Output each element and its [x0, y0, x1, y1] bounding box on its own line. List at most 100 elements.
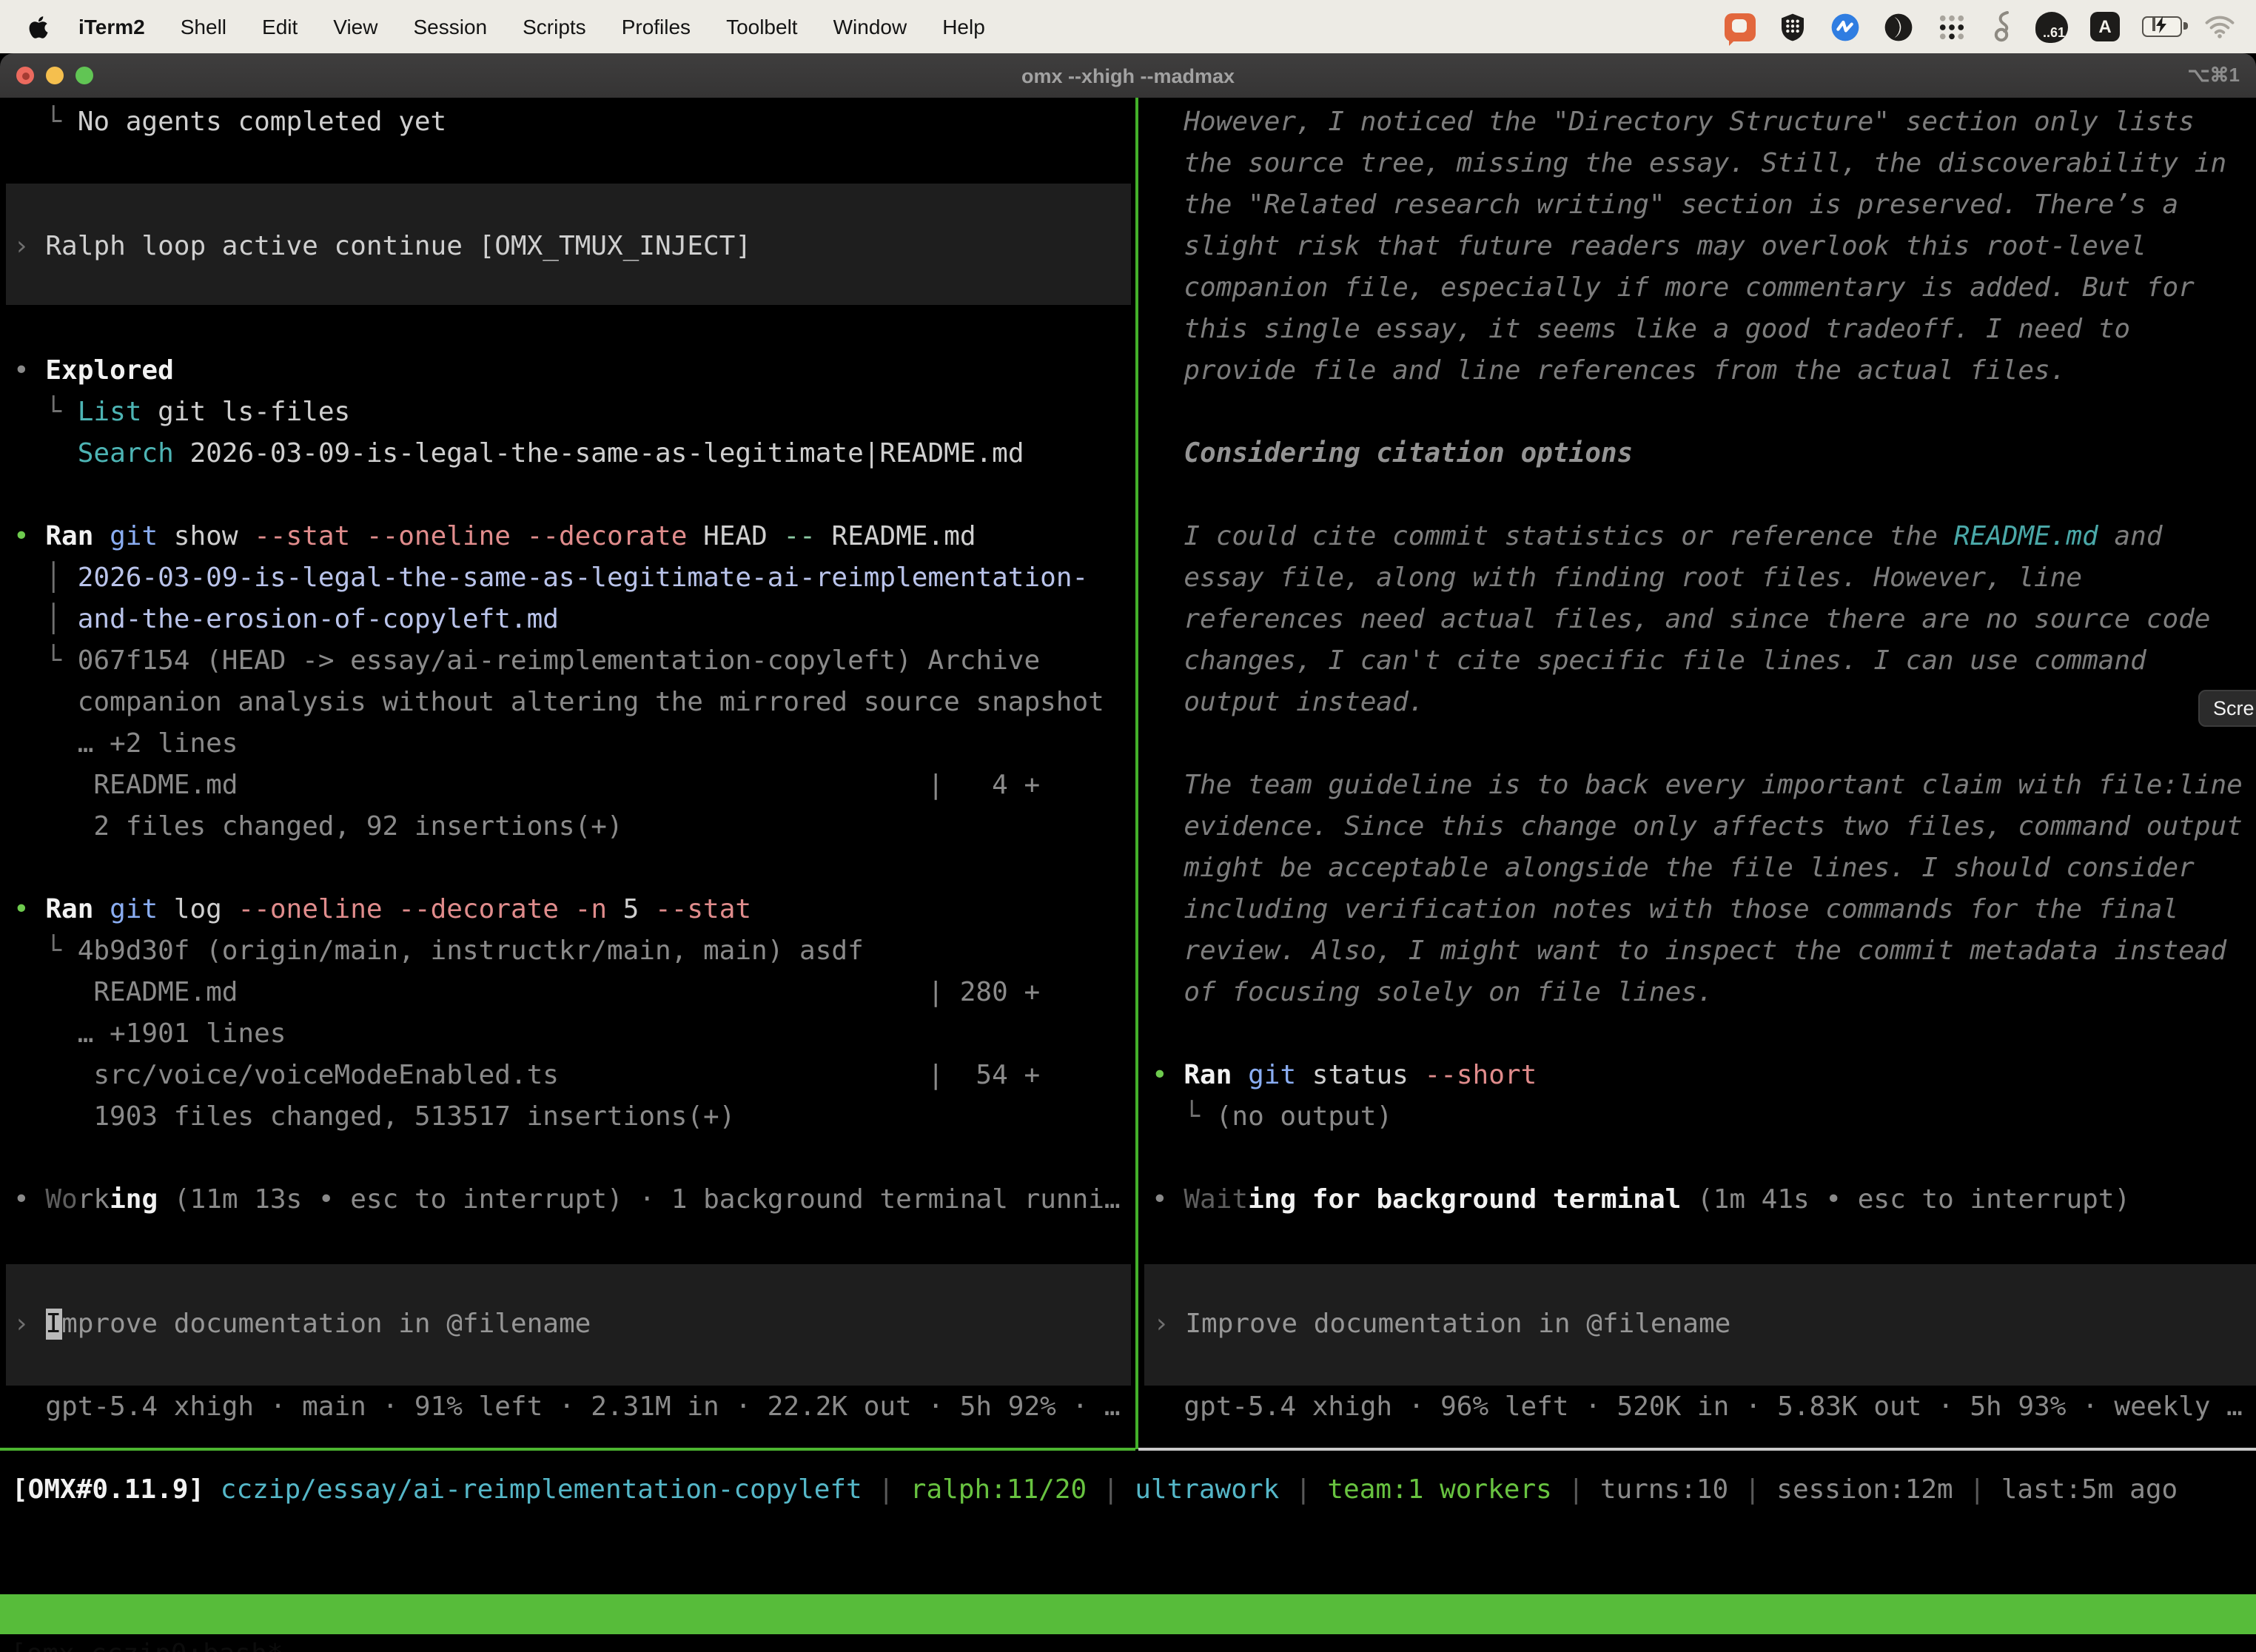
menu-status-icons: ..61 A — [1725, 10, 2235, 43]
terminal-row: › Improve documentation in @filename — [13, 1304, 591, 1346]
dots-grid-icon[interactable] — [1936, 11, 1967, 42]
menu-item-shell[interactable]: Shell — [163, 15, 244, 38]
terminal-row: • Ran git log --oneline --decorate -n 5 … — [13, 890, 1134, 931]
terminal-row — [1152, 1138, 2256, 1180]
menu-item-iterm2[interactable]: iTerm2 — [61, 15, 163, 38]
squiggle-icon[interactable] — [1990, 10, 2013, 43]
terminal-row: slight risk that future readers may over… — [1152, 226, 2256, 268]
terminal-row: this single essay, it seems like a good … — [1152, 309, 2256, 351]
terminal-row — [13, 848, 1134, 890]
terminal-row: • Working (11m 13s • esc to interrupt) ·… — [13, 1180, 1134, 1221]
terminal-row — [13, 1138, 1134, 1180]
terminal-row: Search 2026-03-09-is-legal-the-same-as-l… — [13, 434, 1134, 475]
terminal-row: › Ralph loop active continue [OMX_TMUX_I… — [13, 226, 1134, 268]
terminal-row: src/voice/voiceModeEnabled.ts | 54 + — [13, 1055, 1134, 1097]
left-prompt-input[interactable]: › Improve documentation in @filename — [6, 1264, 1131, 1386]
menu-item-toolbelt[interactable]: Toolbelt — [708, 15, 816, 38]
shield-keyboard-icon[interactable] — [1778, 11, 1807, 42]
terminal-row: provide file and line references from th… — [1152, 351, 2256, 392]
terminal-row — [13, 309, 1134, 351]
terminal-row: README.md | 280 + — [13, 973, 1134, 1014]
terminal-row: [OMX#0.11.9] cczip/essay/ai-reimplementa… — [12, 1470, 2256, 1511]
terminal-row: • Ran git status --short — [1152, 1055, 2256, 1097]
terminal-row: companion analysis without altering the … — [13, 682, 1134, 724]
menu-item-window[interactable]: Window — [816, 15, 925, 38]
desktop: iTerm2ShellEditViewSessionScriptsProfile… — [0, 0, 2256, 1652]
chat-app-icon[interactable] — [1725, 13, 1756, 41]
battery-nub — [2183, 21, 2187, 29]
terminal-row — [1152, 1014, 2256, 1055]
terminal-row: However, I noticed the "Directory Struct… — [1152, 102, 2256, 144]
tmux-status-bar[interactable]: [omx-cczip0:bash* "MacBook-Pro-44.local"… — [0, 1594, 2256, 1634]
terminal-row: … +2 lines — [13, 724, 1134, 765]
terminal-row: changes, I can't cite specific file line… — [1152, 641, 2256, 682]
terminal-row: essay file, along with finding root file… — [1152, 558, 2256, 600]
right-pane-border — [1138, 1448, 2256, 1451]
tmux-session-label: [omx-cczip0:bash* — [10, 1634, 283, 1652]
terminal-row: evidence. Since this change only affects… — [1152, 807, 2256, 848]
input-source-icon[interactable]: A — [2090, 12, 2120, 41]
terminal-row: companion file, especially if more comme… — [1152, 268, 2256, 309]
menu-item-edit[interactable]: Edit — [244, 15, 315, 38]
terminal-row: output instead. — [1152, 682, 2256, 724]
terminal-row: gpt-5.4 xhigh · 96% left · 520K in · 5.8… — [1152, 1387, 2256, 1428]
terminal-row: └ (no output) — [1152, 1097, 2256, 1138]
terminal-row — [1152, 475, 2256, 517]
macos-menu-bar: iTerm2ShellEditViewSessionScriptsProfile… — [0, 0, 2256, 53]
menu-items: iTerm2ShellEditViewSessionScriptsProfile… — [61, 15, 1003, 38]
menu-item-scripts[interactable]: Scripts — [505, 15, 604, 38]
terminal-row: README.md | 4 + — [13, 765, 1134, 807]
menu-item-help[interactable]: Help — [924, 15, 1003, 38]
terminal-row — [13, 185, 1134, 226]
terminal-row — [1152, 724, 2256, 765]
screen-share-tooltip: Scre — [2198, 690, 2256, 727]
terminal-window[interactable]: └ No agents completed yet › Ralph loop a… — [0, 98, 2256, 1652]
terminal-row: references need actual files, and since … — [1152, 600, 2256, 641]
right-model-status: gpt-5.4 xhigh · 96% left · 520K in · 5.8… — [1138, 1387, 2256, 1428]
terminal-row: review. Also, I might want to inspect th… — [1152, 931, 2256, 973]
terminal-row: └ No agents completed yet — [13, 102, 1134, 144]
window-shortcut-badge: ⌥⌘1 — [2188, 64, 2240, 87]
window-title: omx --xhigh --madmax — [0, 64, 2256, 87]
terminal-row: might be acceptable alongside the file l… — [1152, 848, 2256, 890]
terminal-row: the source tree, missing the essay. Stil… — [1152, 144, 2256, 185]
right-prompt-text: › Improve documentation in @filename — [1153, 1304, 1730, 1346]
pane-divider[interactable] — [1135, 98, 1138, 1449]
wifi-icon[interactable] — [2204, 15, 2235, 38]
terminal-row: └ 4b9d30f (origin/main, instructkr/main,… — [13, 931, 1134, 973]
terminal-row: The team guideline is to back every impo… — [1152, 765, 2256, 807]
terminal-row: Considering citation options — [1152, 434, 2256, 475]
right-pane-output[interactable]: However, I noticed the "Directory Struct… — [1138, 102, 2256, 1221]
terminal-row: • Waiting for background terminal (1m 41… — [1152, 1180, 2256, 1221]
battery-icon[interactable] — [2142, 16, 2182, 37]
terminal-row: 1903 files changed, 513517 insertions(+) — [13, 1097, 1134, 1138]
terminal-row: └ 067f154 (HEAD -> essay/ai-reimplementa… — [13, 641, 1134, 682]
usage-gauge-icon[interactable]: ..61 — [2035, 11, 2068, 42]
left-pane-output[interactable]: └ No agents completed yet › Ralph loop a… — [0, 102, 1134, 1221]
terminal-row — [1152, 392, 2256, 434]
terminal-row: gpt-5.4 xhigh · main · 91% left · 2.31M … — [13, 1387, 1134, 1428]
left-model-status: gpt-5.4 xhigh · main · 91% left · 2.31M … — [0, 1387, 1134, 1428]
right-prompt-input[interactable]: › Improve documentation in @filename — [1144, 1264, 2256, 1386]
terminal-row: • Explored — [13, 351, 1134, 392]
window-title-bar[interactable]: omx --xhigh --madmax ⌥⌘1 — [0, 53, 2256, 98]
menu-item-profiles[interactable]: Profiles — [604, 15, 708, 38]
apple-menu-icon[interactable] — [28, 14, 49, 39]
crescent-icon[interactable] — [1883, 11, 1914, 42]
terminal-row: I could cite commit statistics or refere… — [1152, 517, 2256, 558]
terminal-row — [13, 475, 1134, 517]
terminal-row — [13, 268, 1134, 309]
left-pane-border — [0, 1448, 1135, 1451]
terminal-row: │ and-the-erosion-of-copyleft.md — [13, 600, 1134, 641]
menu-item-session[interactable]: Session — [395, 15, 505, 38]
terminal-row: • Ran git show --stat --oneline --decora… — [13, 517, 1134, 558]
screen: iTerm2ShellEditViewSessionScriptsProfile… — [0, 0, 2256, 1652]
terminal-row: └ List git ls-files — [13, 392, 1134, 434]
terminal-row: the "Related research writing" section i… — [1152, 185, 2256, 226]
blue-badge-icon[interactable] — [1830, 11, 1861, 42]
terminal-row: … +1901 lines — [13, 1014, 1134, 1055]
menu-item-view[interactable]: View — [315, 15, 395, 38]
terminal-row: including verification notes with those … — [1152, 890, 2256, 931]
terminal-row: 2 files changed, 92 insertions(+) — [13, 807, 1134, 848]
omx-status-line: [OMX#0.11.9] cczip/essay/ai-reimplementa… — [0, 1470, 2256, 1511]
